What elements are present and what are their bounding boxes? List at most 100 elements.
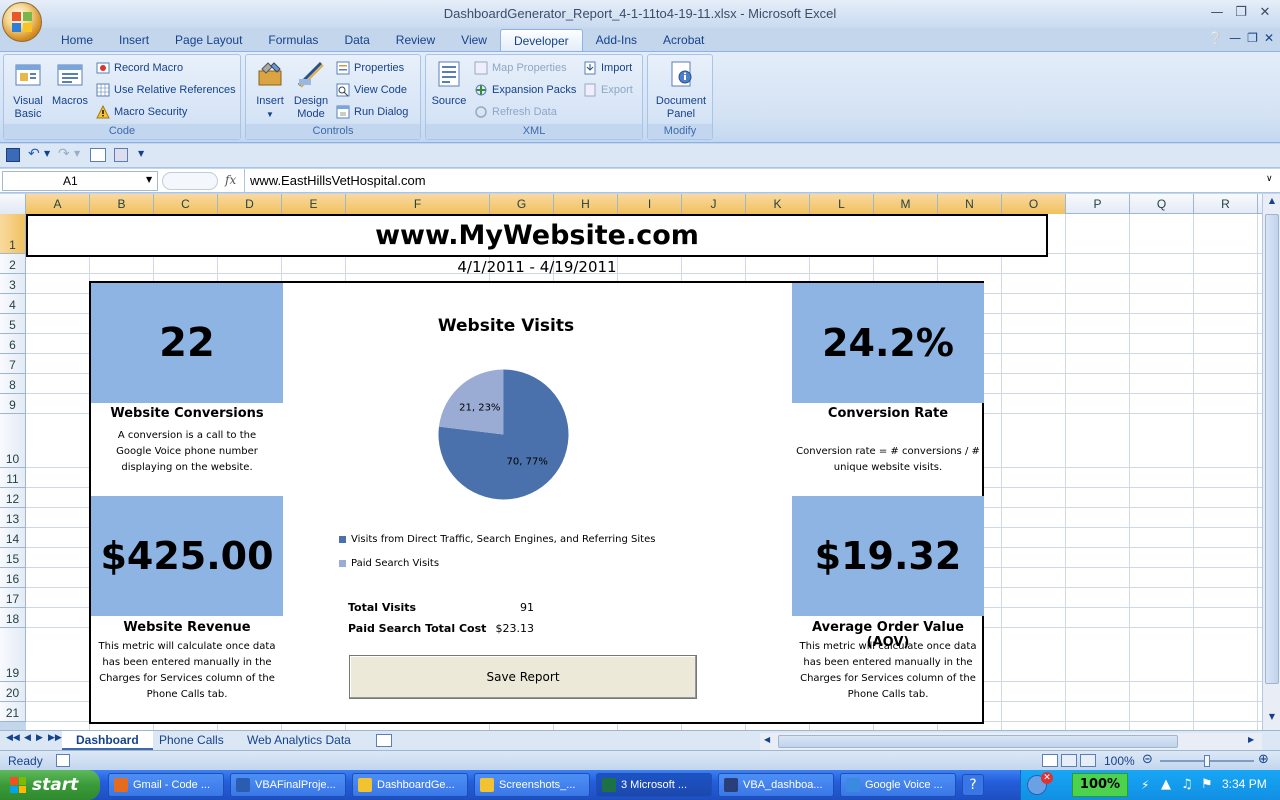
office-button[interactable] (2, 2, 42, 42)
minimize-button[interactable]: — (1206, 4, 1228, 22)
row-header-21[interactable]: 21 (0, 702, 26, 722)
tab-insert[interactable]: Insert (106, 29, 162, 51)
tab-developer[interactable]: Developer (499, 29, 583, 51)
vertical-scroll-thumb[interactable] (1265, 214, 1279, 684)
alert-icon[interactable]: ✕ (1041, 772, 1053, 784)
site-title-cell[interactable]: www.MyWebsite.com (26, 214, 1048, 257)
tray-zoom-indicator[interactable]: 100% (1072, 773, 1128, 797)
close-workbook-icon[interactable]: ✕ (1264, 31, 1274, 45)
column-header-f[interactable]: F (346, 194, 490, 214)
column-header-d[interactable]: D (218, 194, 282, 214)
customize-qat-icon[interactable]: ▼ (138, 149, 144, 158)
column-header-a[interactable]: A (26, 194, 90, 214)
tab-formulas[interactable]: Formulas (255, 29, 331, 51)
taskbar-item[interactable]: DashboardGe... (352, 773, 468, 797)
column-header-l[interactable]: L (810, 194, 874, 214)
row-header-13[interactable]: 13 (0, 508, 26, 528)
column-header-p[interactable]: P (1066, 194, 1130, 214)
layout-icon[interactable] (114, 148, 128, 162)
zoom-out-icon[interactable]: ⊝ (1142, 752, 1153, 767)
scroll-up-icon[interactable]: ▲ (1265, 196, 1279, 210)
visual-basic-button[interactable]: Visual Basic (8, 59, 48, 121)
row-header-11[interactable]: 11 (0, 468, 26, 488)
sheet-tab-dashboard[interactable]: Dashboard (62, 731, 153, 750)
tab-add-ins[interactable]: Add-Ins (583, 29, 650, 51)
undo-dropdown-icon[interactable]: ▼ (44, 149, 50, 158)
safely-remove-icon[interactable]: ▲ (1161, 777, 1171, 792)
row-header-20[interactable]: 20 (0, 682, 26, 702)
import-button[interactable]: Import (583, 58, 632, 78)
taskbar-item[interactable]: Google Voice ... (840, 773, 956, 797)
first-sheet-icon[interactable]: ◀◀ (6, 733, 20, 743)
worksheet[interactable]: www.MyWebsite.com 4/1/2011 - 4/19/2011 2… (26, 214, 1262, 730)
column-header-n[interactable]: N (938, 194, 1002, 214)
restore-icon[interactable]: ❐ (1247, 31, 1258, 45)
redo-dropdown-icon[interactable]: ▼ (74, 149, 80, 158)
insert-function-button[interactable]: fx (225, 173, 236, 187)
row-header-17[interactable]: 17 (0, 588, 26, 608)
row-header-7[interactable]: 7 (0, 354, 26, 374)
document-panel-button[interactable]: Document Panel (652, 59, 710, 121)
row-header-19[interactable]: 19 (0, 628, 26, 682)
row-header-4[interactable]: 4 (0, 294, 26, 314)
row-header-2[interactable]: 2 (0, 254, 26, 274)
column-header-i[interactable]: I (618, 194, 682, 214)
column-header-c[interactable]: C (154, 194, 218, 214)
row-header-10[interactable]: 10 (0, 414, 26, 468)
macro-recording-icon[interactable] (56, 754, 70, 767)
column-header-g[interactable]: G (490, 194, 554, 214)
export-button[interactable]: Export (583, 80, 633, 100)
prev-sheet-icon[interactable]: ◀ (24, 733, 31, 743)
macros-button[interactable]: Macros (50, 59, 90, 108)
row-header-18[interactable]: 18 (0, 608, 26, 628)
scroll-right-icon[interactable]: ▶ (1248, 735, 1254, 744)
horizontal-scrollbar[interactable]: ◀ ▶ (760, 733, 1262, 750)
column-header-b[interactable]: B (90, 194, 154, 214)
run-dialog-button[interactable]: Run Dialog (336, 102, 408, 122)
redo-icon[interactable]: ↷ (58, 146, 70, 162)
expansion-packs-button[interactable]: Expansion Packs (474, 80, 576, 100)
insert-sheet-icon[interactable] (376, 734, 392, 747)
volume-icon[interactable]: ♫ (1181, 777, 1193, 792)
column-header-h[interactable]: H (554, 194, 618, 214)
name-box-dropdown-icon[interactable]: ▼ (146, 175, 152, 184)
name-box[interactable]: A1 (2, 171, 158, 191)
select-all-corner[interactable] (0, 194, 26, 214)
record-macro-button[interactable]: Record Macro (96, 58, 183, 78)
row-header-5[interactable]: 5 (0, 314, 26, 334)
save-report-button[interactable]: Save Report (349, 655, 697, 699)
row-header-16[interactable]: 16 (0, 568, 26, 588)
power-icon[interactable]: ⚡ (1141, 778, 1155, 792)
zoom-in-icon[interactable]: ⊕ (1258, 752, 1269, 767)
taskbar-item[interactable]: VBAFinalProje... (230, 773, 346, 797)
relative-references-button[interactable]: Use Relative References (96, 80, 236, 100)
column-header-k[interactable]: K (746, 194, 810, 214)
page-layout-view-icon[interactable] (1061, 754, 1077, 767)
map-properties-button[interactable]: Map Properties (474, 58, 567, 78)
page-break-view-icon[interactable] (1080, 754, 1096, 767)
properties-button[interactable]: Properties (336, 58, 404, 78)
tab-view[interactable]: View (448, 29, 500, 51)
column-header-o[interactable]: O (1002, 194, 1066, 214)
close-button[interactable]: ✕ (1254, 4, 1276, 22)
scroll-down-icon[interactable]: ▼ (1265, 712, 1279, 726)
tab-review[interactable]: Review (383, 29, 448, 51)
source-button[interactable]: Source (429, 59, 469, 108)
column-header-e[interactable]: E (282, 194, 346, 214)
row-header-9[interactable]: 9 (0, 394, 26, 414)
security-icon[interactable]: ⚑ (1201, 777, 1213, 792)
sheet-tab-web-analytics[interactable]: Web Analytics Data (233, 731, 365, 750)
view-code-button[interactable]: View Code (336, 80, 407, 100)
expand-formula-bar-icon[interactable]: ∨ (1266, 174, 1273, 184)
pie-chart[interactable]: 70, 77% 21, 23% (436, 367, 571, 502)
help-taskbar-icon[interactable]: ? (962, 774, 984, 796)
save-icon[interactable] (6, 148, 20, 162)
zoom-slider-thumb[interactable] (1204, 755, 1210, 767)
help-icon[interactable]: ❔ (1208, 31, 1223, 45)
taskbar-item[interactable]: Gmail - Code ... (108, 773, 224, 797)
row-header-8[interactable]: 8 (0, 374, 26, 394)
scroll-left-icon[interactable]: ◀ (764, 735, 770, 744)
undo-icon[interactable]: ↶ (28, 146, 40, 162)
next-sheet-icon[interactable]: ▶ (36, 733, 43, 743)
row-header-15[interactable]: 15 (0, 548, 26, 568)
